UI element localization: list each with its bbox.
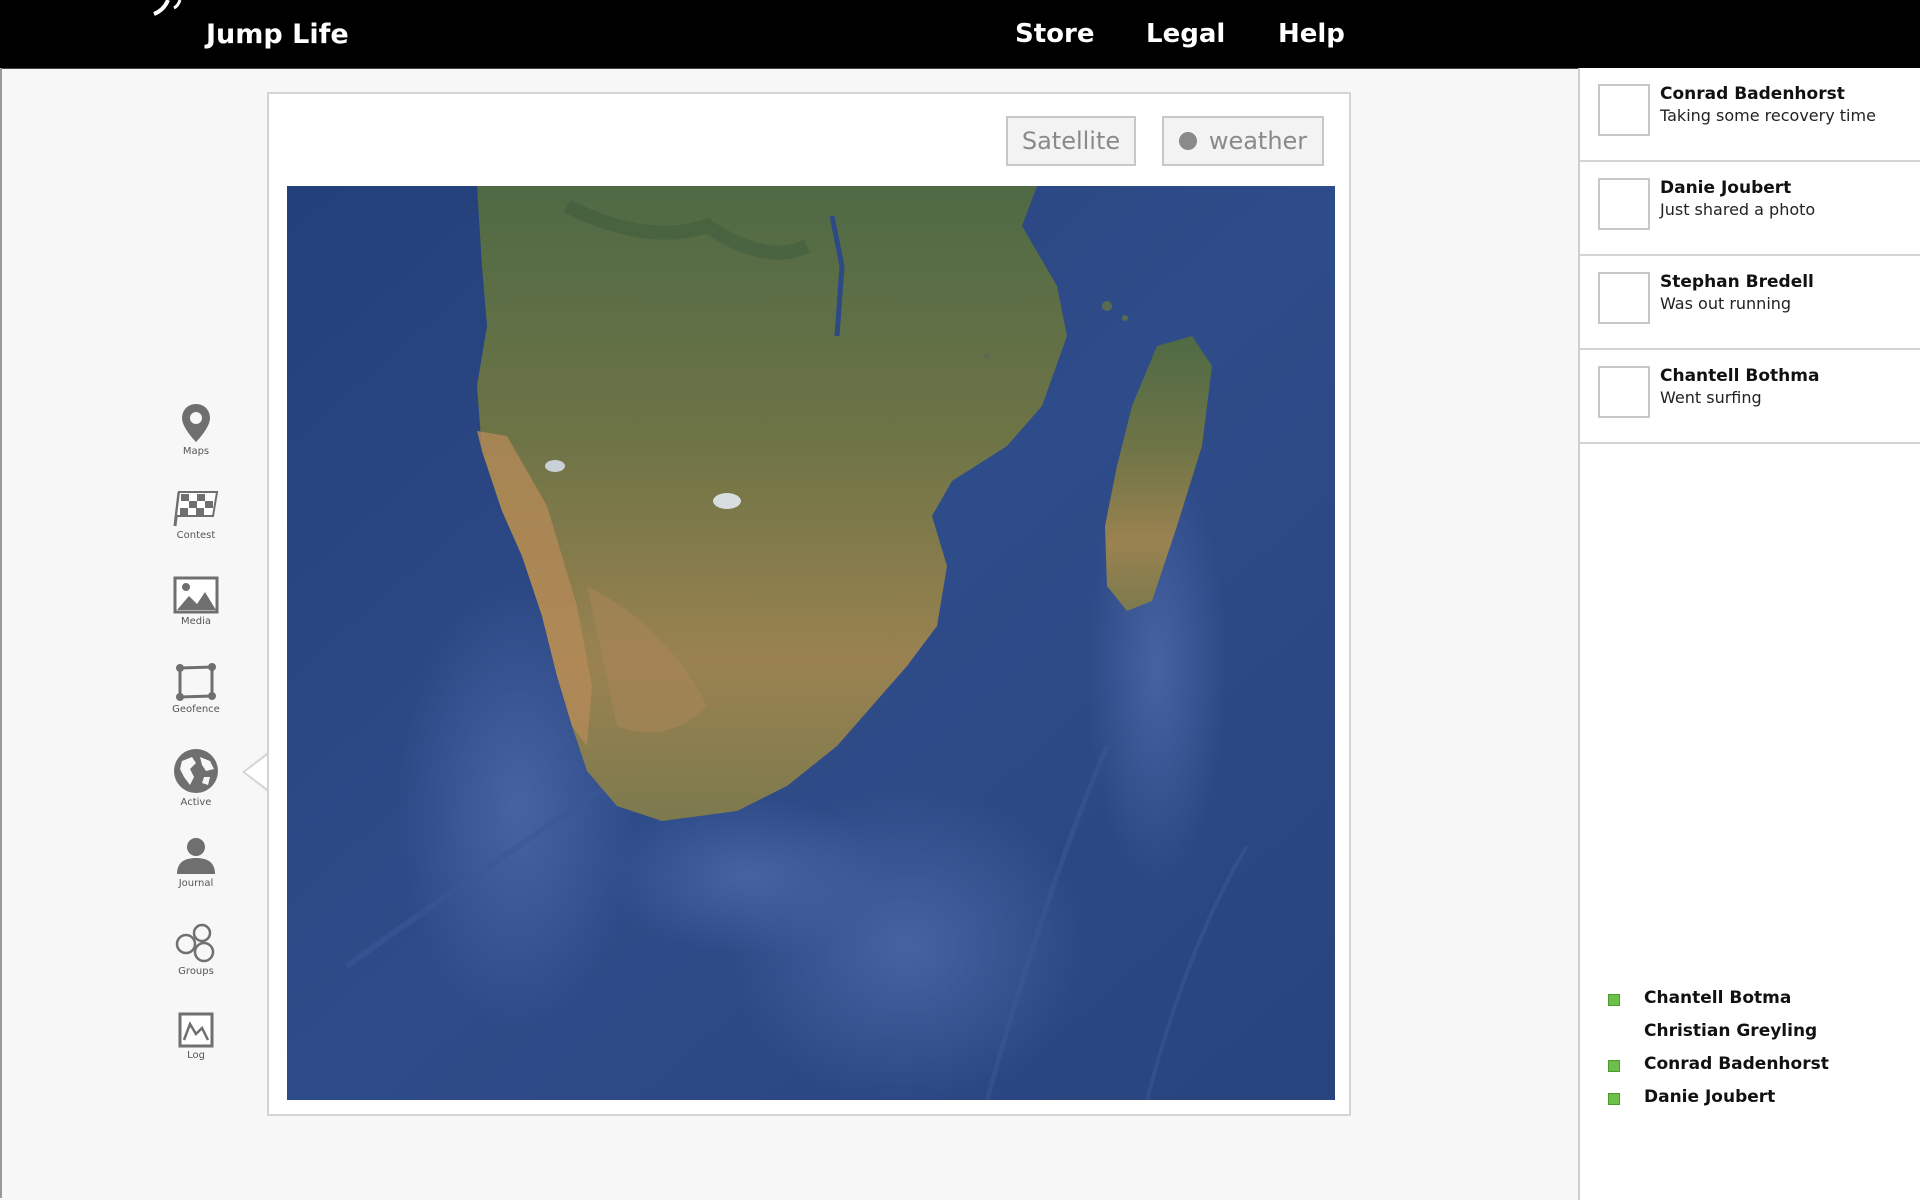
rail-label: Log xyxy=(187,1050,205,1061)
rail-label: Contest xyxy=(176,530,216,541)
feed-status: Just shared a photo xyxy=(1660,200,1816,219)
feed-status: Was out running xyxy=(1660,294,1792,313)
avatar xyxy=(1598,366,1650,418)
avatar xyxy=(1598,272,1650,324)
geofence-icon xyxy=(176,663,216,701)
online-user-row[interactable]: Danie Joubert xyxy=(1580,1085,1920,1115)
feed-item[interactable]: Chantell Bothma Went surfing xyxy=(1580,350,1920,444)
image-icon xyxy=(173,576,219,614)
feed-name: Stephan Bredell xyxy=(1660,272,1814,292)
feed-name: Danie Joubert xyxy=(1660,178,1792,198)
feed-item[interactable]: Stephan Bredell Was out running xyxy=(1580,256,1920,350)
rail-label: Journal xyxy=(178,878,214,889)
checkered-flag-icon xyxy=(173,491,219,527)
rail-item-active[interactable]: Active xyxy=(160,747,232,808)
rail-label: Groups xyxy=(178,966,214,977)
online-status-icon xyxy=(1608,994,1620,1006)
person-icon xyxy=(177,838,215,874)
rail-item-log[interactable]: Log xyxy=(160,1012,232,1061)
satellite-button[interactable]: Satellite xyxy=(1006,116,1136,166)
rail-item-geofence[interactable]: Geofence xyxy=(160,662,232,715)
online-status-icon xyxy=(1608,1093,1620,1105)
rail-item-contest[interactable]: Contest xyxy=(160,488,232,541)
avatar xyxy=(1598,178,1650,230)
online-status-icon xyxy=(1608,1060,1620,1072)
nav-legal-link[interactable]: Legal xyxy=(1146,19,1225,49)
feed-name: Conrad Badenhorst xyxy=(1660,84,1845,104)
weather-label: weather xyxy=(1208,127,1308,155)
online-user-name: Christian Greyling xyxy=(1644,1021,1818,1041)
rail-label: Geofence xyxy=(172,704,220,715)
feed-item[interactable]: Danie Joubert Just shared a photo xyxy=(1580,162,1920,256)
nav-store-link[interactable]: Store xyxy=(1015,19,1094,49)
map-pin-icon xyxy=(182,404,210,442)
active-pointer-fill xyxy=(245,754,269,790)
map-card: Satellite weather xyxy=(267,92,1351,1116)
groups-icon xyxy=(175,923,215,963)
weather-button[interactable]: weather xyxy=(1162,116,1324,166)
rail-item-maps[interactable]: Maps xyxy=(160,402,232,457)
rail-item-journal[interactable]: Journal xyxy=(160,836,232,889)
avatar xyxy=(1598,84,1650,136)
rail-item-media[interactable]: Media xyxy=(160,576,232,627)
online-user-row[interactable]: Christian Greyling xyxy=(1580,1019,1920,1049)
feed-item[interactable]: Conrad Badenhorst Taking some recovery t… xyxy=(1580,68,1920,162)
top-bar: Jump Life Store Legal Help xyxy=(0,0,1920,69)
feed-status: Went surfing xyxy=(1660,388,1762,407)
weather-dot-icon xyxy=(1178,132,1197,150)
online-user-name: Danie Joubert xyxy=(1644,1087,1776,1107)
online-user-row[interactable]: Conrad Badenhorst xyxy=(1580,1052,1920,1082)
nav-help-link[interactable]: Help xyxy=(1278,19,1345,49)
online-user-name: Conrad Badenhorst xyxy=(1644,1054,1829,1074)
globe-icon xyxy=(174,749,218,793)
rail-label: Maps xyxy=(182,446,210,457)
online-user-name: Chantell Botma xyxy=(1644,988,1792,1008)
feed-status: Taking some recovery time xyxy=(1660,106,1876,125)
satellite-map[interactable] xyxy=(287,186,1335,1100)
online-user-row[interactable]: Chantell Botma xyxy=(1580,986,1920,1016)
rail-label: Media xyxy=(180,616,212,627)
logo-icon xyxy=(153,0,182,16)
feed-name: Chantell Bothma xyxy=(1660,366,1820,386)
rail-label: Active xyxy=(180,797,212,808)
app-title: Jump Life xyxy=(206,19,349,50)
rail-item-groups[interactable]: Groups xyxy=(160,922,232,977)
activity-sidebar: Conrad Badenhorst Taking some recovery t… xyxy=(1578,68,1920,1200)
satellite-map-image xyxy=(287,186,1335,1100)
log-chart-icon xyxy=(178,1012,214,1048)
